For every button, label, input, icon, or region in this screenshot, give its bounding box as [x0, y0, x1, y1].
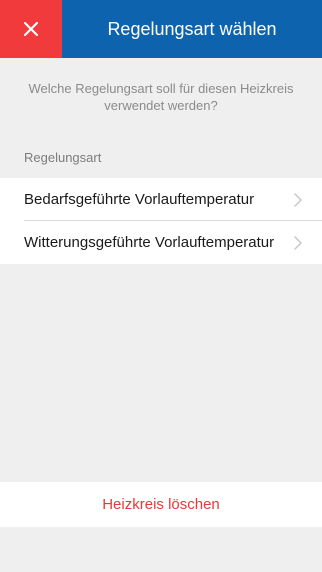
screen: Regelungsart wählen Welche Regelungsart …: [0, 0, 322, 572]
chevron-right-icon: [294, 192, 302, 207]
delete-heating-circuit-button[interactable]: Heizkreis löschen: [0, 482, 322, 527]
section-label: Regelungsart: [24, 150, 102, 165]
close-button[interactable]: [0, 0, 62, 58]
page-title: Regelungsart wählen: [107, 19, 277, 39]
option-weather-controlled[interactable]: Witterungsgeführte Vorlauftemperatur: [0, 221, 322, 264]
question-text: Welche Regelungsart soll für diesen Heiz…: [28, 81, 294, 113]
delete-label: Heizkreis löschen: [102, 496, 220, 513]
chevron-right-icon: [294, 235, 302, 250]
option-label: Witterungsgeführte Vorlauftemperatur: [24, 234, 275, 251]
option-list: Bedarfsgeführte Vorlauftemperatur Witter…: [0, 178, 322, 264]
close-icon: [23, 21, 39, 37]
header-bar: Regelungsart wählen: [0, 0, 322, 58]
option-label: Bedarfsgeführte Vorlauftemperatur: [24, 191, 255, 208]
option-demand-controlled[interactable]: Bedarfsgeführte Vorlauftemperatur: [0, 178, 322, 221]
